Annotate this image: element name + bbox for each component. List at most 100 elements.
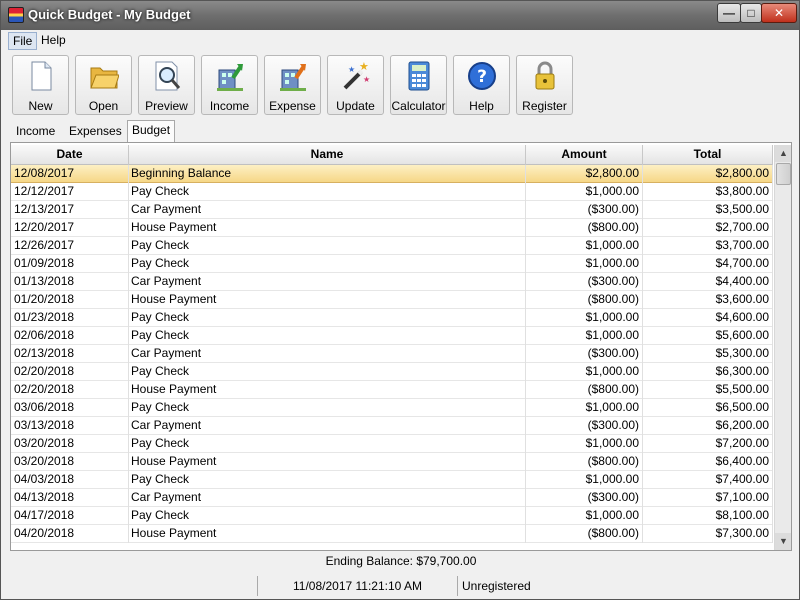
- cell-amount: $1,000.00: [526, 255, 643, 273]
- column-header-name[interactable]: Name: [129, 145, 526, 165]
- budget-table[interactable]: Date Name Amount Total 12/08/2017 Beginni…: [10, 142, 792, 551]
- open-label: Open: [88, 99, 119, 113]
- window-title: Quick Budget - My Budget: [28, 7, 191, 22]
- cell-total: $7,100.00: [643, 489, 773, 507]
- title-bar[interactable]: Quick Budget - My Budget — □ ✕: [1, 1, 799, 30]
- register-label: Register: [522, 99, 567, 113]
- cell-date: 12/13/2017: [11, 201, 129, 219]
- column-header-total[interactable]: Total: [643, 145, 773, 165]
- table-row[interactable]: 04/13/2018 Car Payment ($300.00) $7,100.00: [11, 489, 773, 507]
- cell-name: House Payment: [129, 453, 526, 471]
- tab-expenses[interactable]: Expenses: [65, 122, 126, 141]
- vertical-scrollbar[interactable]: ▲ ▼: [774, 145, 791, 550]
- cell-total: $3,500.00: [643, 201, 773, 219]
- table-row[interactable]: 12/13/2017 Car Payment ($300.00) $3,500.00: [11, 201, 773, 219]
- cell-amount: ($300.00): [526, 489, 643, 507]
- help-button[interactable]: ? Help: [453, 55, 510, 115]
- cell-total: $6,400.00: [643, 453, 773, 471]
- cell-amount: ($800.00): [526, 525, 643, 543]
- table-row[interactable]: 03/13/2018 Car Payment ($300.00) $6,200.00: [11, 417, 773, 435]
- cell-total: $6,300.00: [643, 363, 773, 381]
- table-row[interactable]: 02/20/2018 House Payment ($800.00) $5,500.0…: [11, 381, 773, 399]
- cell-date: 04/03/2018: [11, 471, 129, 489]
- cell-total: $4,400.00: [643, 273, 773, 291]
- cell-total: $6,500.00: [643, 399, 773, 417]
- close-button[interactable]: ✕: [761, 3, 797, 23]
- open-folder-icon: [90, 67, 119, 89]
- table-row[interactable]: 04/20/2018 House Payment ($800.00) $7,300.0…: [11, 525, 773, 543]
- new-button[interactable]: New: [12, 55, 69, 115]
- cell-name: Pay Check: [129, 435, 526, 453]
- cell-amount: ($800.00): [526, 453, 643, 471]
- calculator-button[interactable]: Calculator: [390, 55, 447, 115]
- table-row[interactable]: 02/06/2018 Pay Check $1,000.00 $5,600.00: [11, 327, 773, 345]
- preview-button[interactable]: Preview: [138, 55, 195, 115]
- status-datetime: 11/08/2017 11:21:10 AM: [257, 576, 457, 596]
- help-question-icon: ?: [468, 62, 496, 90]
- cell-total: $3,600.00: [643, 291, 773, 309]
- cell-date: 04/17/2018: [11, 507, 129, 525]
- cell-date: 02/20/2018: [11, 363, 129, 381]
- cell-total: $3,800.00: [643, 183, 773, 201]
- update-button[interactable]: ★ ★ ★ Update: [327, 55, 384, 115]
- tab-income[interactable]: Income: [12, 122, 59, 141]
- income-button[interactable]: Income: [201, 55, 258, 115]
- tab-budget[interactable]: Budget: [127, 120, 176, 142]
- column-header-date[interactable]: Date: [11, 145, 129, 165]
- cell-date: 02/06/2018: [11, 327, 129, 345]
- new-document-icon: [31, 61, 52, 91]
- maximize-button[interactable]: □: [740, 3, 762, 23]
- cell-amount: ($800.00): [526, 381, 643, 399]
- scroll-thumb[interactable]: [776, 163, 791, 185]
- table-row[interactable]: 12/08/2017 Beginning Balance $2,800.00 $2,8…: [11, 165, 773, 183]
- column-header-amount[interactable]: Amount: [526, 145, 643, 165]
- minimize-button[interactable]: —: [717, 3, 741, 23]
- cell-amount: $1,000.00: [526, 507, 643, 525]
- table-row[interactable]: 01/13/2018 Car Payment ($300.00) $4,400.00: [11, 273, 773, 291]
- svg-text:★: ★: [348, 65, 355, 74]
- scroll-down-arrow-icon[interactable]: ▼: [775, 533, 791, 550]
- table-row[interactable]: 12/12/2017 Pay Check $1,000.00 $3,800.00: [11, 183, 773, 201]
- table-row[interactable]: 04/17/2018 Pay Check $1,000.00 $8,100.00: [11, 507, 773, 525]
- table-row[interactable]: 01/20/2018 House Payment ($800.00) $3,600.0…: [11, 291, 773, 309]
- open-button[interactable]: Open: [75, 55, 132, 115]
- table-body: 12/08/2017 Beginning Balance $2,800.00 $2,8…: [11, 165, 773, 543]
- scroll-up-arrow-icon[interactable]: ▲: [775, 145, 791, 162]
- cell-name: Pay Check: [129, 255, 526, 273]
- cell-amount: ($300.00): [526, 345, 643, 363]
- table-row[interactable]: 04/03/2018 Pay Check $1,000.00 $7,400.00: [11, 471, 773, 489]
- magic-wand-icon: ★ ★ ★: [343, 61, 370, 90]
- table-row[interactable]: 03/20/2018 House Payment ($800.00) $6,400.0…: [11, 453, 773, 471]
- cell-amount: ($300.00): [526, 417, 643, 435]
- cell-date: 03/06/2018: [11, 399, 129, 417]
- income-building-arrow-icon: [217, 64, 243, 91]
- table-row[interactable]: 03/20/2018 Pay Check $1,000.00 $7,200.00: [11, 435, 773, 453]
- cell-date: 04/13/2018: [11, 489, 129, 507]
- cell-name: Pay Check: [129, 237, 526, 255]
- cell-name: House Payment: [129, 291, 526, 309]
- cell-name: Car Payment: [129, 417, 526, 435]
- preview-label: Preview: [145, 99, 188, 113]
- cell-name: Car Payment: [129, 201, 526, 219]
- table-row[interactable]: 12/26/2017 Pay Check $1,000.00 $3,700.00: [11, 237, 773, 255]
- table-row[interactable]: 02/20/2018 Pay Check $1,000.00 $6,300.00: [11, 363, 773, 381]
- cell-name: House Payment: [129, 525, 526, 543]
- table-row[interactable]: 01/23/2018 Pay Check $1,000.00 $4,600.00: [11, 309, 773, 327]
- menu-help[interactable]: Help: [37, 32, 70, 50]
- cell-name: Pay Check: [129, 327, 526, 345]
- cell-amount: ($300.00): [526, 201, 643, 219]
- menu-file[interactable]: File: [8, 32, 38, 50]
- cell-name: Car Payment: [129, 489, 526, 507]
- ending-balance: Ending Balance: $79,700.00: [325, 554, 477, 568]
- cell-name: Car Payment: [129, 273, 526, 291]
- cell-date: 01/20/2018: [11, 291, 129, 309]
- calculator-label: Calculator: [391, 99, 446, 113]
- cell-total: $4,700.00: [643, 255, 773, 273]
- table-row[interactable]: 01/09/2018 Pay Check $1,000.00 $4,700.00: [11, 255, 773, 273]
- expense-button[interactable]: Expense: [264, 55, 321, 115]
- table-row[interactable]: 02/13/2018 Car Payment ($300.00) $5,300.00: [11, 345, 773, 363]
- register-button[interactable]: Register: [516, 55, 573, 115]
- table-row[interactable]: 03/06/2018 Pay Check $1,000.00 $6,500.00: [11, 399, 773, 417]
- table-row[interactable]: 12/20/2017 House Payment ($800.00) $2,700.0…: [11, 219, 773, 237]
- padlock-icon: [535, 61, 555, 90]
